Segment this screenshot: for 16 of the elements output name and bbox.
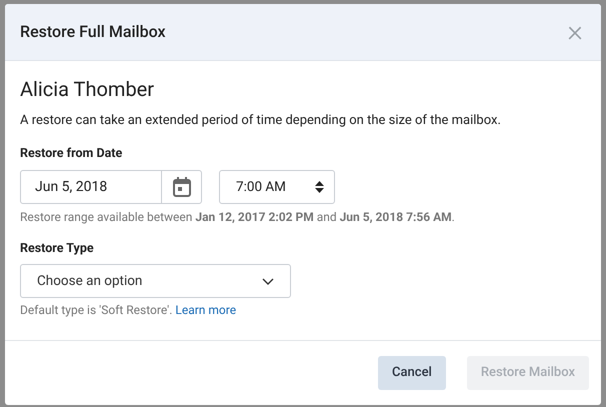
learn-more-link[interactable]: Learn more [175, 303, 236, 317]
date-value: Jun 5, 2018 [34, 178, 108, 197]
range-hint: Restore range available between Jan 12, 2017 2:02 PM and Jun 5, 2018 7:56 AM. [20, 209, 456, 226]
calendar-icon [172, 177, 190, 198]
description: A restore can take an extended period of time depending on the size of the mailbox. [20, 112, 502, 130]
sort-icon [315, 181, 324, 194]
restore-type-select[interactable]: Choose an option [20, 264, 291, 298]
chevron-down-icon [262, 278, 274, 284]
cancel-button[interactable]: Cancel [378, 356, 446, 390]
date-field[interactable]: Jun 5, 2018 [20, 170, 202, 204]
dialog-title: Restore Full Mailbox [20, 21, 166, 43]
type-hint: Default type is 'Soft Restore'. [20, 303, 174, 317]
user-name: Alicia Thomber [20, 76, 156, 102]
field-label: Restore from Date [20, 144, 124, 162]
time-select[interactable]: 7:00 AM [219, 170, 335, 204]
field-label: Restore Type [20, 240, 95, 258]
